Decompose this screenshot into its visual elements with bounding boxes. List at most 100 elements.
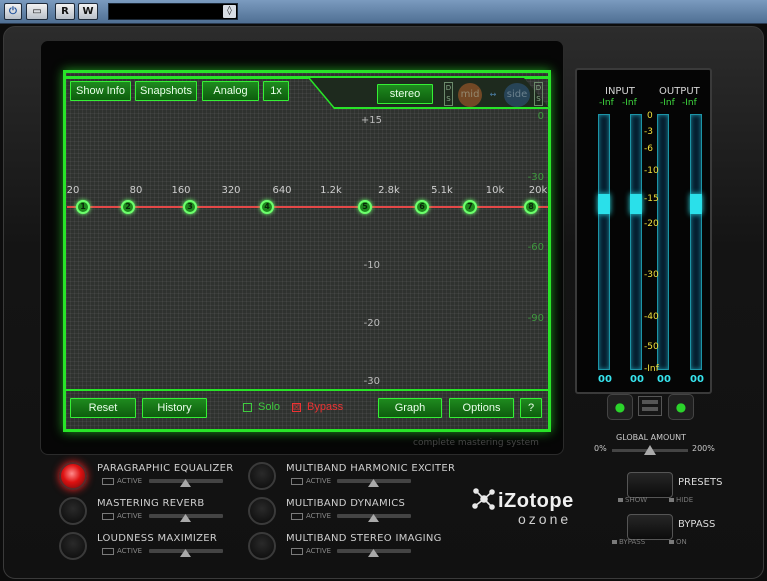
meter-scale-label: -30 (644, 270, 659, 280)
module-active-toggle[interactable]: ACTIVE (102, 477, 142, 485)
ms-right-bottom: S (536, 95, 541, 103)
host-preset-field[interactable]: ◊ (108, 3, 238, 20)
meter-scale-label: -40 (644, 312, 659, 322)
module-active-toggle[interactable]: ACTIVE (291, 512, 331, 520)
global-amount-max: 200% (692, 444, 715, 453)
module-active-toggle[interactable]: ACTIVE (291, 477, 331, 485)
eq-band-node[interactable]: 2 (121, 200, 135, 214)
izotope-molecule-icon (472, 488, 495, 510)
host-toolbar: ⏻ ▭ R W ◊ (0, 0, 767, 24)
meter-scale-label: -15 (644, 194, 659, 204)
presets-hide-option[interactable]: HIDE (669, 496, 693, 504)
bypass-option[interactable]: BYPASS (612, 538, 645, 546)
output-value-right: 00 (690, 374, 704, 385)
module-power-light[interactable] (248, 462, 276, 490)
product-name: ozone (518, 511, 572, 527)
module-name[interactable]: MULTIBAND STEREO IMAGING (286, 533, 442, 544)
mid-channel-button[interactable]: mid (458, 83, 482, 107)
eq-band-node[interactable]: 5 (358, 200, 372, 214)
frequency-label: 1.2k (320, 185, 342, 196)
eq-graph-display[interactable] (63, 70, 551, 432)
db-label-left: -20 (363, 318, 380, 329)
link-icon[interactable]: ↔ (486, 90, 500, 100)
eq-band-node[interactable]: 4 (260, 200, 274, 214)
module-power-light[interactable] (59, 497, 87, 525)
show-info-button[interactable]: Show Info (70, 81, 131, 101)
meter-scale-label: -3 (644, 127, 653, 137)
bypass-checkbox[interactable]: ☒ (292, 403, 301, 412)
eq-band-node[interactable]: 3 (183, 200, 197, 214)
eq-band-node[interactable]: 1 (76, 200, 90, 214)
meter-scale-label: -Inf (644, 364, 659, 374)
reset-button[interactable]: Reset (70, 398, 136, 418)
power-button[interactable]: ⏻ (4, 3, 22, 20)
bypass-on-option[interactable]: ON (669, 538, 687, 546)
eq-band-node[interactable]: 6 (415, 200, 429, 214)
db-label-right: -30 (527, 172, 544, 183)
eq-band-node[interactable]: 7 (463, 200, 477, 214)
global-amount-min: 0% (594, 444, 607, 453)
meter-peak (598, 194, 610, 214)
module-power-light[interactable] (59, 462, 87, 490)
frequency-label: 320 (221, 185, 241, 196)
frequency-label: 20 (66, 185, 80, 196)
meter-scale-label: 0 (647, 111, 653, 121)
presets-button[interactable] (627, 472, 673, 498)
presets-show-option[interactable]: SHOW (618, 496, 647, 504)
bypass-label: Bypass (307, 401, 344, 413)
output-value-left: 00 (657, 374, 671, 385)
module-name[interactable]: PARAGRAPHIC EQUALIZER (97, 463, 234, 474)
help-button[interactable]: ? (520, 398, 542, 418)
input-value-left: 00 (598, 374, 612, 385)
snapshots-button[interactable]: Snapshots (135, 81, 197, 101)
db-label-left: +15 (360, 115, 382, 126)
display-footer-line (64, 389, 550, 391)
input-reset-button[interactable]: ● (607, 394, 633, 420)
write-automation-button[interactable]: W (78, 3, 98, 20)
tagline: complete mastering system (413, 438, 539, 448)
frequency-label: 640 (272, 185, 292, 196)
meter-scale-label: -10 (644, 166, 659, 176)
output-reset-button[interactable]: ● (668, 394, 694, 420)
module-active-toggle[interactable]: ACTIVE (102, 512, 142, 520)
frequency-label: 5.1k (431, 185, 453, 196)
module-power-light[interactable] (248, 497, 276, 525)
mid-side-selector-right[interactable]: D S (534, 82, 543, 106)
module-name[interactable]: MULTIBAND HARMONIC EXCITER (286, 463, 455, 474)
db-label-left: -30 (363, 376, 380, 387)
stereo-button[interactable]: stereo (377, 84, 433, 104)
input-meter-title: INPUT (605, 86, 635, 97)
zoom-button[interactable]: 1x (263, 81, 289, 101)
module-active-toggle[interactable]: ACTIVE (291, 547, 331, 555)
bypass-button[interactable] (627, 514, 673, 540)
meter-peak (630, 194, 642, 214)
eq-band-node[interactable]: 8 (524, 200, 538, 214)
solo-checkbox[interactable] (243, 403, 252, 412)
preset-dropdown-icon[interactable]: ◊ (223, 5, 236, 18)
mid-side-selector-left[interactable]: D S (444, 82, 453, 106)
analog-button[interactable]: Analog (202, 81, 259, 101)
meter-link-icon[interactable] (638, 396, 662, 416)
history-button[interactable]: History (142, 398, 207, 418)
ms-right-top: D (535, 84, 542, 92)
ms-left-bottom: S (446, 95, 451, 103)
module-power-light[interactable] (59, 532, 87, 560)
host-bypass-button[interactable]: ▭ (26, 3, 48, 20)
output-peak-left: -Inf (660, 98, 675, 108)
module-power-light[interactable] (248, 532, 276, 560)
db-label-right: 0 (537, 111, 544, 122)
module-name[interactable]: MULTIBAND DYNAMICS (286, 498, 405, 509)
options-button[interactable]: Options (449, 398, 514, 418)
meter-scale-label: -50 (644, 342, 659, 352)
module-name[interactable]: LOUDNESS MAXIMIZER (97, 533, 217, 544)
side-channel-button[interactable]: side (504, 83, 530, 107)
read-automation-button[interactable]: R (55, 3, 75, 20)
graph-button[interactable]: Graph (378, 398, 442, 418)
frequency-label: 160 (171, 185, 191, 196)
module-active-toggle[interactable]: ACTIVE (102, 547, 142, 555)
module-name[interactable]: MASTERING REVERB (97, 498, 205, 509)
bypass-main-label: BYPASS (678, 519, 716, 530)
brand-name: iZotope (498, 490, 574, 512)
meter-peak (690, 194, 702, 214)
input-meter-left (598, 114, 610, 370)
